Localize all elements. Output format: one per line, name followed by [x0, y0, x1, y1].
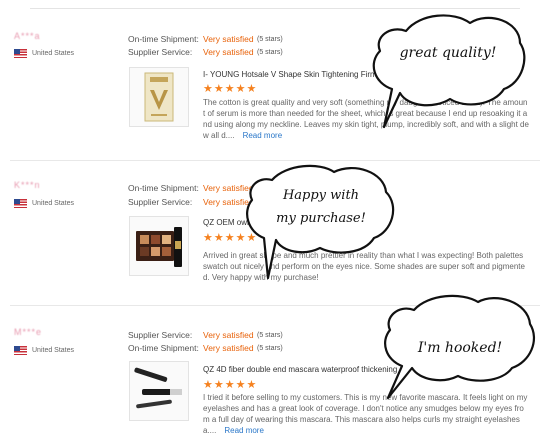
service-rating: Very satisfied: [203, 47, 254, 57]
buyer-country: United States: [32, 347, 75, 354]
buyer-name: A***a: [14, 31, 41, 41]
mascara-icon: [134, 367, 182, 409]
product-thumbnail[interactable]: [129, 67, 189, 127]
shipment-stars: (5 stars): [257, 36, 283, 43]
buyer-name: K***n: [14, 180, 41, 190]
read-more-link[interactable]: Read more: [224, 426, 264, 435]
service-stars: (5 stars): [257, 49, 283, 56]
buyer-country: United States: [32, 200, 75, 207]
service-label: Supplier Service:: [128, 47, 193, 57]
product-title-link[interactable]: QZ 4D fiber double end mascara waterproo…: [203, 365, 403, 374]
product-thumbnail[interactable]: [129, 216, 189, 276]
buyer-country: United States: [32, 50, 75, 57]
bubble-caption-line-1: Happy with: [282, 188, 360, 203]
star-rating: ★★★★★: [203, 379, 258, 391]
service-label: Supplier Service:: [128, 330, 193, 340]
shipment-stars: (5 stars): [257, 345, 283, 352]
speech-bubble: [372, 14, 526, 129]
us-flag-icon: [14, 346, 27, 355]
shipment-label: On-time Shipment:: [128, 183, 199, 193]
service-stars: (5 stars): [257, 332, 283, 339]
shipment-label: On-time Shipment:: [128, 343, 199, 353]
us-flag-icon: [14, 199, 27, 208]
eyeshadow-palette-icon: [136, 227, 182, 267]
star-rating: ★★★★★: [203, 83, 258, 95]
shipment-rating: Very satisfied: [203, 343, 254, 353]
bubble-caption: great quality!: [399, 45, 497, 61]
service-label: Supplier Service:: [128, 197, 193, 207]
service-rating: Very satisfied: [203, 330, 254, 340]
read-more-link[interactable]: Read more: [243, 131, 283, 140]
product-thumbnail[interactable]: [129, 361, 189, 421]
shipment-rating: Very satisfied: [203, 34, 254, 44]
mask-package-icon: [144, 72, 174, 122]
buyer-name: M***e: [14, 327, 43, 337]
us-flag-icon: [14, 49, 27, 58]
bubble-caption-line-2: my purchase!: [276, 211, 366, 226]
shipment-label: On-time Shipment:: [128, 34, 199, 44]
bubble-caption: I'm hooked!: [417, 340, 503, 356]
